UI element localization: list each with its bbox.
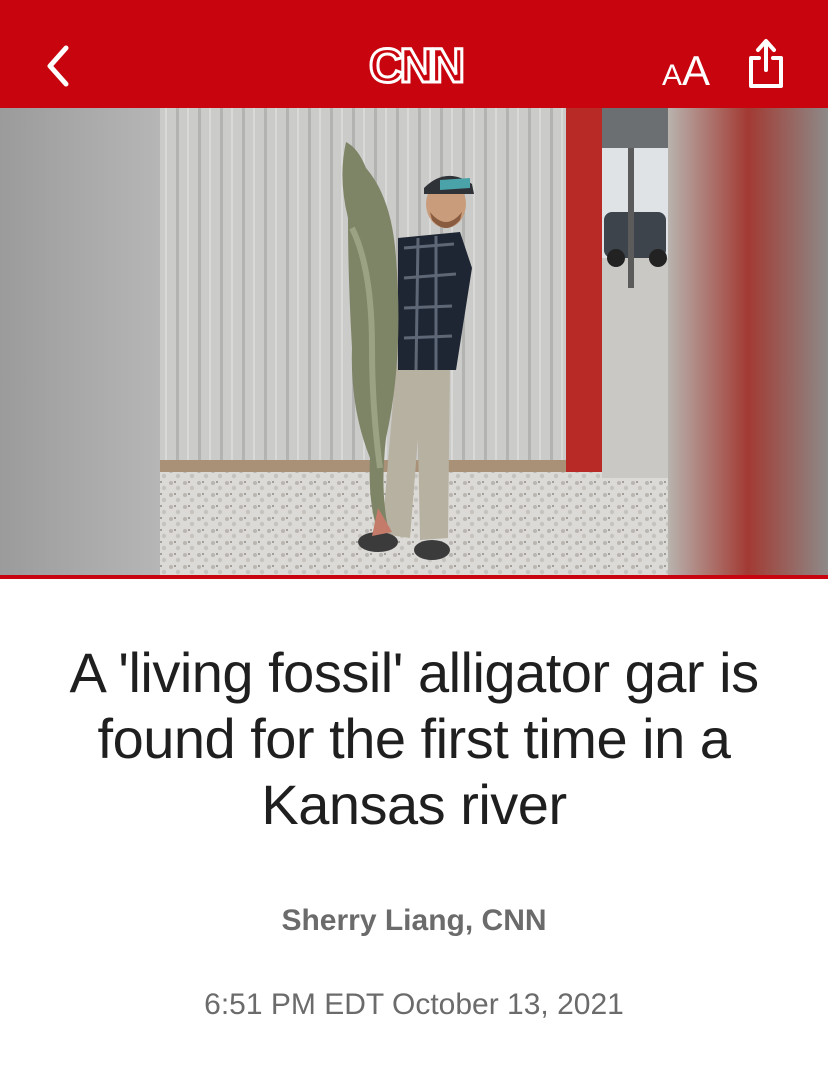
text-size-large-label: A	[682, 47, 711, 94]
hero-photo	[0, 108, 828, 576]
cnn-logo: CNN	[352, 36, 478, 96]
share-icon	[749, 39, 783, 88]
top-nav-bar: CNN A A	[0, 0, 828, 108]
back-button[interactable]	[36, 40, 80, 92]
article-headline: A 'living fossil' alligator gar is found…	[69, 641, 759, 836]
article-byline: Sherry Liang, CNN	[281, 904, 547, 937]
share-button[interactable]	[742, 36, 790, 92]
article-timestamp: 6:51 PM EDT October 13, 2021	[204, 988, 624, 1021]
chevron-left-icon	[47, 45, 69, 87]
hero-divider	[0, 575, 828, 579]
text-size-small-label: A	[661, 59, 682, 92]
text-size-button[interactable]: A A	[656, 42, 716, 92]
svg-text:CNN: CNN	[369, 40, 462, 93]
